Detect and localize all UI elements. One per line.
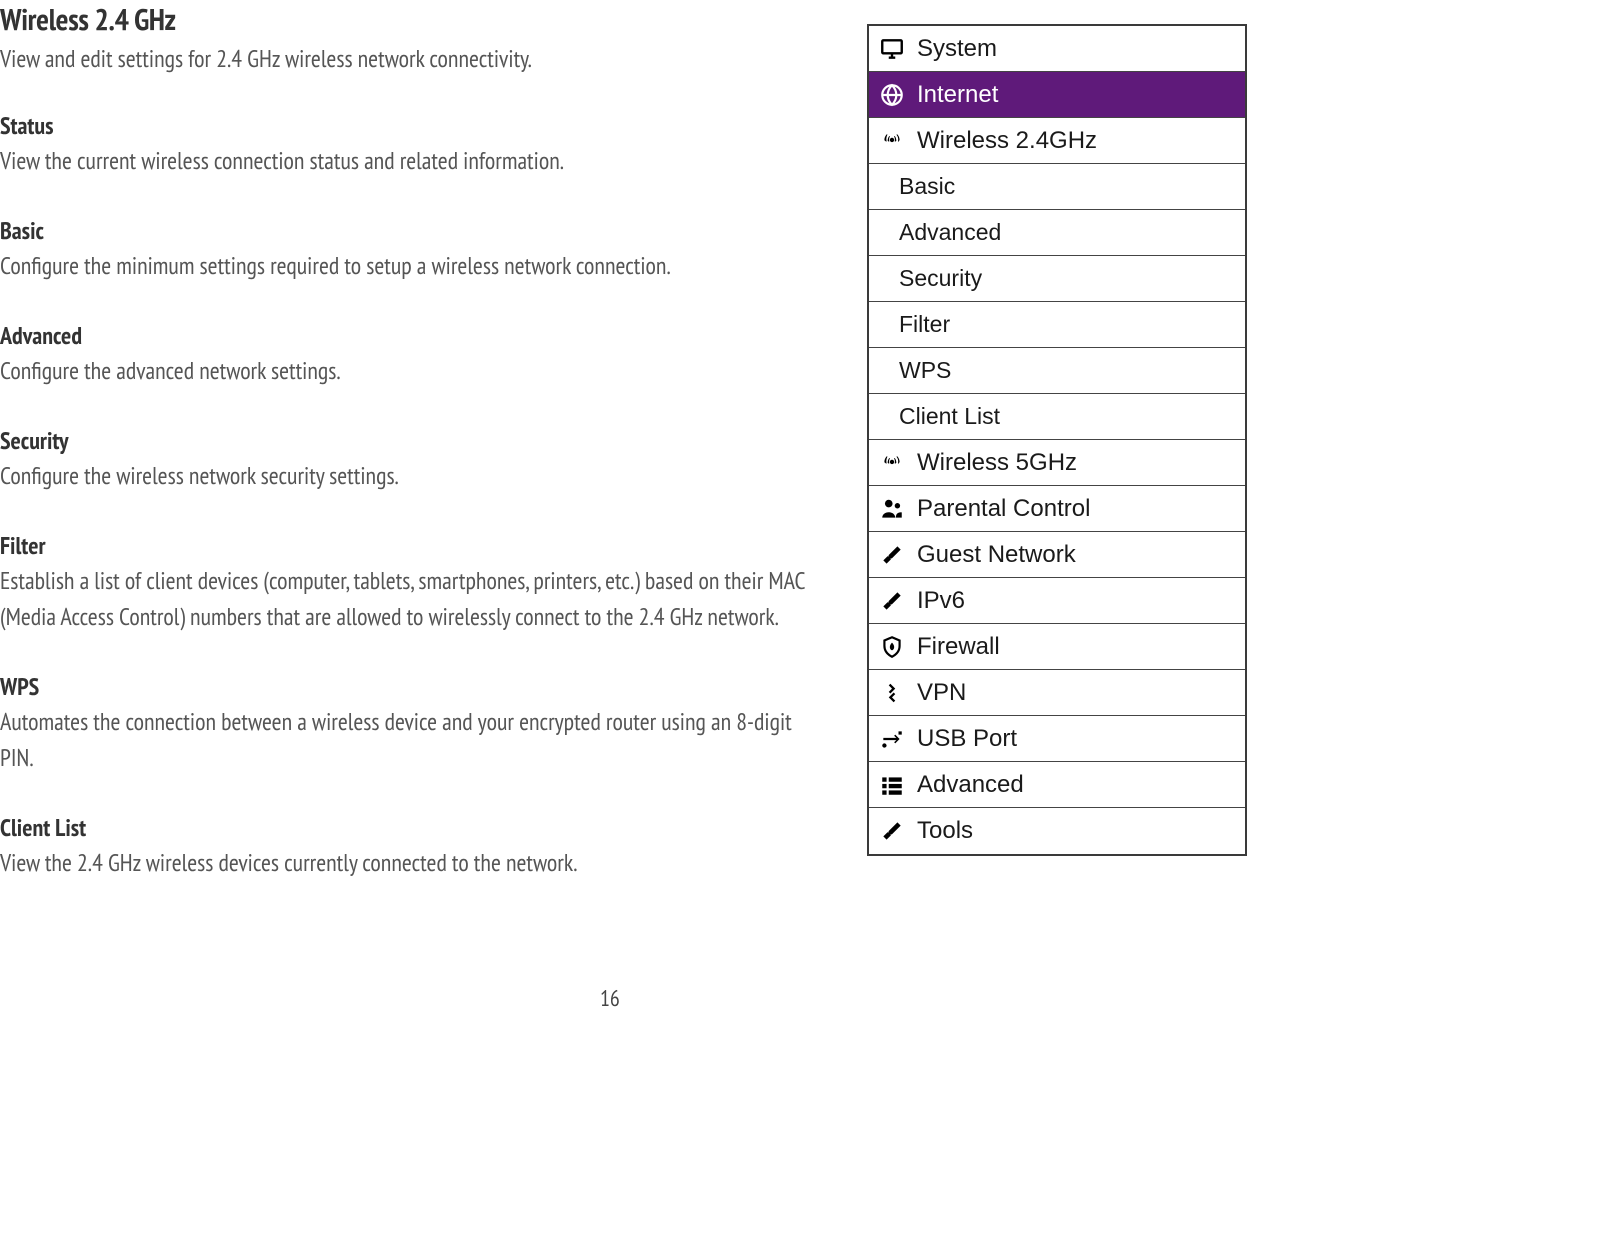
sidebar-item-vpn[interactable]: VPN — [869, 670, 1245, 716]
sidebar-item-label: USB Port — [917, 725, 1245, 753]
sidebar-subitem-filter[interactable]: Filter — [869, 302, 1245, 348]
section-heading: Security — [0, 425, 820, 456]
section-desc: View the current wireless connection sta… — [0, 143, 820, 179]
sidebar-item-wireless-5[interactable]: Wireless 5GHz — [869, 440, 1245, 486]
section-security: Security Configure the wireless network … — [0, 425, 820, 494]
sidebar-item-ipv6[interactable]: IPv6 — [869, 578, 1245, 624]
page-subtitle: View and edit settings for 2.4 GHz wirel… — [0, 43, 820, 74]
sidebar-subitem-security[interactable]: Security — [869, 256, 1245, 302]
globe-icon — [879, 82, 917, 108]
sidebar-item-guest[interactable]: Guest Network — [869, 532, 1245, 578]
sidebar-item-system[interactable]: System — [869, 26, 1245, 72]
sidebar-item-advanced[interactable]: Advanced — [869, 762, 1245, 808]
section-desc: Automates the connection between a wirel… — [0, 704, 820, 776]
page-title: Wireless 2.4 GHz — [0, 0, 820, 39]
sidebar-subitem-wps[interactable]: WPS — [869, 348, 1245, 394]
sidebar-subitem-clientlist[interactable]: Client List — [869, 394, 1245, 440]
sidebar-item-label: Tools — [917, 817, 1245, 845]
sidebar-item-label: VPN — [917, 679, 1245, 707]
section-desc: Establish a list of client devices (comp… — [0, 563, 820, 635]
wifi-icon — [879, 128, 917, 154]
page-number: 16 — [600, 985, 620, 1013]
section-desc: Configure the wireless network security … — [0, 458, 820, 494]
sidebar-item-firewall[interactable]: Firewall — [869, 624, 1245, 670]
wifi-icon — [879, 450, 917, 476]
section-heading: Filter — [0, 530, 820, 561]
section-desc: Configure the minimum settings required … — [0, 248, 820, 284]
section-filter: Filter Establish a list of client device… — [0, 530, 820, 635]
sidebar-item-label: Parental Control — [917, 495, 1245, 523]
tools-icon — [879, 818, 917, 844]
section-heading: Advanced — [0, 320, 820, 351]
sidebar-subitem-label: Client List — [899, 403, 1000, 430]
sidebar-item-wireless-24[interactable]: Wireless 2.4GHz — [869, 118, 1245, 164]
section-status: Status View the current wireless connect… — [0, 110, 820, 179]
sidebar-item-parental[interactable]: Parental Control — [869, 486, 1245, 532]
sidebar-item-internet[interactable]: Internet — [869, 72, 1245, 118]
sidebar-item-usb[interactable]: USB Port — [869, 716, 1245, 762]
sidebar-item-label: Internet — [917, 81, 1245, 109]
sidebar-subitem-label: WPS — [899, 357, 951, 384]
sidebar-subitem-label: Filter — [899, 311, 950, 338]
sidebar-item-label: Firewall — [917, 633, 1245, 661]
sidebar-item-label: System — [917, 35, 1245, 63]
section-wps: WPS Automates the connection between a w… — [0, 671, 820, 776]
sidebar-item-tools[interactable]: Tools — [869, 808, 1245, 854]
vpn-icon — [879, 680, 917, 706]
section-basic: Basic Configure the minimum settings req… — [0, 215, 820, 284]
section-desc: Configure the advanced network settings. — [0, 353, 820, 389]
sidebar-item-label: IPv6 — [917, 587, 1245, 615]
sidebar-item-label: Guest Network — [917, 541, 1245, 569]
section-heading: Client List — [0, 812, 820, 843]
usb-icon — [879, 726, 917, 752]
tools-icon — [879, 542, 917, 568]
sidebar-item-label: Wireless 5GHz — [917, 449, 1245, 477]
monitor-icon — [879, 36, 917, 62]
tools-icon — [879, 588, 917, 614]
sidebar-item-label: Wireless 2.4GHz — [917, 127, 1245, 155]
firewall-icon — [879, 634, 917, 660]
sidebar-subitem-label: Basic — [899, 173, 955, 200]
sidebar-subitem-label: Advanced — [899, 219, 1001, 246]
section-desc: View the 2.4 GHz wireless devices curren… — [0, 845, 820, 881]
people-icon — [879, 496, 917, 522]
section-heading: Basic — [0, 215, 820, 246]
sidebar-item-label: Advanced — [917, 771, 1245, 799]
sidebar-subitem-advanced[interactable]: Advanced — [869, 210, 1245, 256]
section-client-list: Client List View the 2.4 GHz wireless de… — [0, 812, 820, 881]
sidebar-subitem-label: Security — [899, 265, 982, 292]
section-heading: Status — [0, 110, 820, 141]
main-content: Wireless 2.4 GHz View and edit settings … — [0, 0, 820, 917]
list-icon — [879, 772, 917, 798]
section-advanced: Advanced Configure the advanced network … — [0, 320, 820, 389]
sidebar-subitem-basic[interactable]: Basic — [869, 164, 1245, 210]
section-heading: WPS — [0, 671, 820, 702]
sidebar-nav: System Internet Wireless 2.4GHz Basic Ad… — [867, 24, 1247, 856]
